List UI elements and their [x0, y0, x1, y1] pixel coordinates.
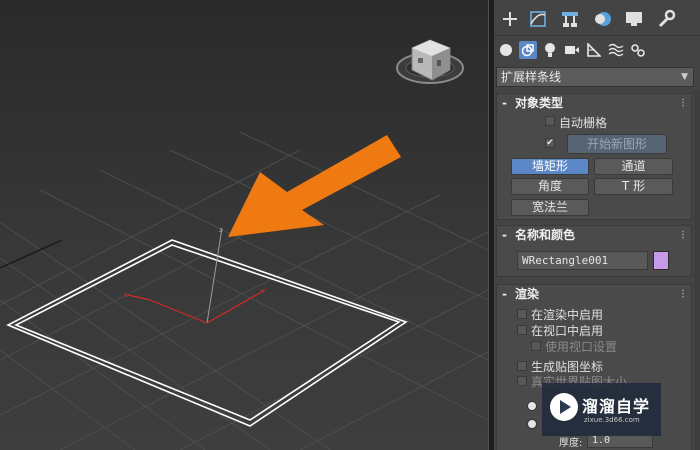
grip-icon	[681, 289, 685, 299]
name-color-title: 名称和颜色	[515, 228, 576, 242]
thickness-label: 厚度:	[559, 438, 583, 449]
generate-mapping-checkbox[interactable]	[517, 361, 527, 371]
collapse-icon: -	[502, 228, 507, 242]
command-panel-tabs	[494, 0, 700, 36]
hierarchy-icon[interactable]	[556, 6, 584, 32]
svg-text:x: x	[124, 291, 128, 299]
annotation-arrow	[228, 135, 401, 237]
collapse-icon: -	[502, 96, 507, 110]
start-new-shape-button[interactable]: 开始新图形	[567, 134, 667, 154]
tee-button[interactable]: T 形	[594, 178, 673, 195]
category-dropdown-value: 扩展样条线	[501, 70, 562, 84]
create-subcategories	[494, 36, 700, 64]
name-color-rollout: - 名称和颜色 WRectangle001	[496, 225, 692, 277]
enable-in-renderer-label: 在渲染中启用	[531, 308, 604, 322]
object-type-title: 对象类型	[515, 96, 564, 110]
rendering-header[interactable]: - 渲染	[497, 285, 691, 303]
watermark: 溜溜自学 zixue.3d66.com	[542, 383, 661, 436]
name-color-header[interactable]: - 名称和颜色	[497, 226, 691, 244]
use-viewport-settings-label: 使用视口设置	[545, 340, 618, 354]
helpers-icon[interactable]	[585, 41, 603, 59]
object-type-header[interactable]: - 对象类型	[497, 94, 691, 112]
motion-icon[interactable]	[588, 6, 616, 32]
object-type-rollout: - 对象类型 自动栅格 ✔ 开始新图形 墙矩形 通道 角度 T 形 宽法兰	[496, 93, 692, 220]
wide-flange-button[interactable]: 宽法兰	[511, 199, 589, 216]
auto-grid-checkbox[interactable]	[545, 116, 555, 126]
shapes-icon[interactable]	[519, 41, 537, 59]
viewport-scene: z x x	[0, 39, 488, 450]
enable-in-renderer-checkbox[interactable]	[517, 309, 527, 319]
real-world-map-size-checkbox[interactable]	[517, 376, 527, 386]
object-name-field[interactable]: WRectangle001	[517, 251, 648, 270]
object-color-swatch[interactable]	[653, 251, 669, 270]
svg-text:x: x	[260, 287, 264, 295]
watermark-title: 溜溜自学	[582, 397, 651, 416]
enable-in-viewport-label: 在视口中启用	[531, 324, 604, 338]
wall-rectangle-button[interactable]: 墙矩形	[511, 158, 589, 175]
watermark-url: zixue.3d66.com	[584, 416, 640, 424]
grip-icon	[681, 98, 685, 108]
panel-scrollbar[interactable]	[694, 90, 700, 450]
modify-icon[interactable]	[524, 6, 552, 32]
perspective-viewport[interactable]: z x x	[0, 0, 488, 450]
lights-icon[interactable]	[541, 41, 559, 59]
display-icon[interactable]	[620, 6, 648, 32]
radial-radio[interactable]	[527, 401, 537, 411]
chevron-down-icon: ▼	[681, 72, 688, 82]
view-cube-icon[interactable]	[396, 39, 464, 84]
rendering-title: 渲染	[515, 287, 540, 301]
svg-text:z: z	[219, 226, 223, 234]
spacewarps-icon[interactable]	[607, 41, 625, 59]
start-new-shape-checkbox[interactable]: ✔	[545, 138, 555, 148]
category-dropdown[interactable]: 扩展样条线 ▼	[496, 67, 694, 87]
channel-button[interactable]: 通道	[594, 158, 673, 175]
auto-grid-label: 自动栅格	[559, 116, 608, 130]
watermark-logo-icon	[550, 393, 578, 421]
cameras-icon[interactable]	[563, 41, 581, 59]
wall-rectangle-shape[interactable]	[6, 239, 408, 427]
geometry-icon[interactable]	[497, 41, 515, 59]
wrench-icon[interactable]	[652, 6, 680, 32]
angle-button[interactable]: 角度	[511, 178, 589, 195]
collapse-icon: -	[502, 287, 507, 301]
plus-icon[interactable]	[496, 6, 524, 32]
systems-icon[interactable]	[629, 41, 647, 59]
grip-icon	[681, 230, 685, 240]
rectangular-radio[interactable]	[527, 419, 537, 429]
use-viewport-settings-checkbox[interactable]	[531, 341, 541, 351]
enable-in-viewport-checkbox[interactable]	[517, 325, 527, 335]
